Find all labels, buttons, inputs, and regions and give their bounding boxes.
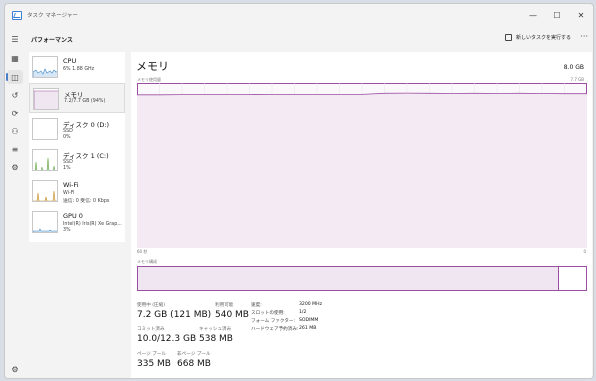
details-icon[interactable]: ≡ <box>7 142 23 156</box>
device-name: ディスク 0 (D:) <box>63 121 110 129</box>
axis-left-label: 60 秒 <box>137 249 148 254</box>
window-title: タスク マネージャー <box>27 13 78 19</box>
processes-icon[interactable]: ▦ <box>7 51 23 65</box>
device-name: Wi-Fi <box>63 181 79 189</box>
device-detail: SSD <box>63 129 73 134</box>
device-detail: 7.2/7.7 GB (94%) <box>64 99 106 104</box>
device-name: CPU <box>63 57 77 65</box>
spec-value: SODIMM <box>299 318 319 323</box>
memory-usage-chart <box>137 83 587 248</box>
device-detail: 6% 1.88 GHz <box>63 67 95 72</box>
device-list: CPU 6% 1.88 GHz メモリ 7.2/7.7 GB (94%) ディス… <box>29 52 125 242</box>
axis-right-label: 0 <box>583 249 586 254</box>
device-detail: Intel(R) Iris(R) Xe Grap... <box>63 222 122 227</box>
stat-label: 非ページ プール <box>177 352 211 357</box>
device-item-cpu[interactable]: CPU 6% 1.88 GHz <box>29 52 125 82</box>
users-icon[interactable]: ⚇ <box>7 124 23 138</box>
stat-value: 668 MB <box>177 359 211 369</box>
stat-in-use: 使用中 (圧縮) 7.2 GB (121 MB) <box>137 302 211 320</box>
title-bar: タスク マネージャー — ☐ ✕ <box>5 4 593 26</box>
spec-speed: 速度: 3200 MHz <box>251 302 322 308</box>
stat-nonpaged-pool: 非ページ プール 668 MB <box>177 351 211 369</box>
device-name: メモリ <box>64 91 84 99</box>
stat-value: 540 MB <box>215 310 249 320</box>
task-manager-window: タスク マネージャー — ☐ ✕ ☰ ▦ ◫ ↺ ⟳ ⚇ ≡ ⚙ ⚙ パフォーマ… <box>4 3 594 379</box>
run-task-icon <box>504 34 512 41</box>
device-name: ディスク 1 (C:) <box>63 152 109 160</box>
memory-title: メモリ <box>136 60 169 73</box>
close-button[interactable]: ✕ <box>569 4 593 26</box>
spec-key: ハードウェア予約済み: <box>251 327 299 332</box>
stat-paged-pool: ページ プール 335 MB <box>137 351 171 369</box>
stat-available: 利用可能 540 MB <box>215 302 249 320</box>
memory-composition-bar <box>137 266 587 291</box>
device-item-disk-1[interactable]: ディスク 1 (C:) SSD 1% <box>29 145 125 175</box>
history-icon[interactable]: ↺ <box>7 88 23 102</box>
stat-label: コミット済み <box>137 327 165 332</box>
stat-value: 10.0/12.3 GB <box>137 334 197 344</box>
device-name: GPU 0 <box>63 212 83 220</box>
spec-value: 1/2 <box>299 310 307 315</box>
stat-label: ページ プール <box>137 352 166 357</box>
cpu-thumbnail <box>32 56 58 78</box>
stat-value: 335 MB <box>137 359 171 369</box>
device-detail: 送信: 0 受信: 0 Kbps <box>63 199 110 204</box>
nav-rail: ☰ ▦ ◫ ↺ ⟳ ⚇ ≡ ⚙ ⚙ <box>5 26 25 378</box>
disk1-thumbnail <box>32 149 58 171</box>
page-title: パフォーマンス <box>31 36 73 44</box>
device-detail: 0% <box>63 135 71 140</box>
spec-slots: スロットの使用: 1/2 <box>251 310 306 316</box>
performance-icon[interactable]: ◫ <box>6 70 23 84</box>
memory-total: 8.0 GB <box>563 64 584 71</box>
gpu-thumbnail <box>32 211 58 233</box>
spec-value: 3200 MHz <box>299 302 322 307</box>
memory-detail-panel: メモリ 8.0 GB メモリ使用量 7.7 GB 60 秒 0 メモリ構成 使用… <box>131 52 592 378</box>
device-detail: 1% <box>63 166 71 171</box>
device-item-gpu[interactable]: GPU 0 Intel(R) Iris(R) Xe Grap... 3% <box>29 207 125 237</box>
device-item-disk-0[interactable]: ディスク 0 (D:) SSD 0% <box>29 114 125 144</box>
device-item-memory[interactable]: メモリ 7.2/7.7 GB (94%) <box>29 83 125 113</box>
minimize-button[interactable]: — <box>521 4 545 26</box>
settings-icon[interactable]: ⚙ <box>7 362 23 376</box>
startup-icon[interactable]: ⟳ <box>7 106 23 120</box>
spec-key: 速度: <box>251 303 262 308</box>
spec-hw-reserved: ハードウェア予約済み: 261 MB <box>251 326 316 332</box>
run-new-task-label: 新しいタスクを実行する <box>515 35 571 41</box>
usage-max-label: 7.7 GB <box>570 77 584 82</box>
page-header: パフォーマンス 新しいタスクを実行する ··· <box>25 26 593 52</box>
stat-label: 使用中 (圧縮) <box>137 303 166 308</box>
device-detail: Wi-Fi <box>63 191 75 196</box>
spec-form-factor: フォーム ファクター: SODIMM <box>251 318 318 324</box>
device-detail: SSD <box>63 160 73 165</box>
more-options-button[interactable]: ··· <box>580 32 588 41</box>
memory-usage-area <box>137 93 587 248</box>
stat-value: 7.2 GB (121 MB) <box>137 310 212 320</box>
memory-composition-used <box>138 267 560 290</box>
composition-label: メモリ構成 <box>137 259 157 264</box>
menu-icon[interactable]: ☰ <box>7 32 23 46</box>
stat-cached: キャッシュ済み 538 MB <box>199 326 233 344</box>
device-item-wifi[interactable]: Wi-Fi Wi-Fi 送信: 0 受信: 0 Kbps <box>29 176 125 206</box>
disk0-thumbnail <box>32 118 58 140</box>
spec-value: 261 MB <box>299 326 317 331</box>
maximize-button[interactable]: ☐ <box>545 4 569 26</box>
stat-label: キャッシュ済み <box>199 327 232 332</box>
spec-key: フォーム ファクター: <box>251 319 296 324</box>
device-detail: 3% <box>63 228 71 233</box>
wifi-thumbnail <box>32 180 58 202</box>
stat-committed: コミット済み 10.0/12.3 GB <box>137 326 196 344</box>
stat-value: 538 MB <box>199 334 233 344</box>
task-manager-app-icon <box>12 10 22 20</box>
run-new-task-button[interactable]: 新しいタスクを実行する <box>504 34 571 41</box>
services-icon[interactable]: ⚙ <box>7 160 23 174</box>
memory-thumbnail <box>33 88 59 110</box>
stat-label: 利用可能 <box>215 303 234 308</box>
spec-key: スロットの使用: <box>251 311 285 316</box>
